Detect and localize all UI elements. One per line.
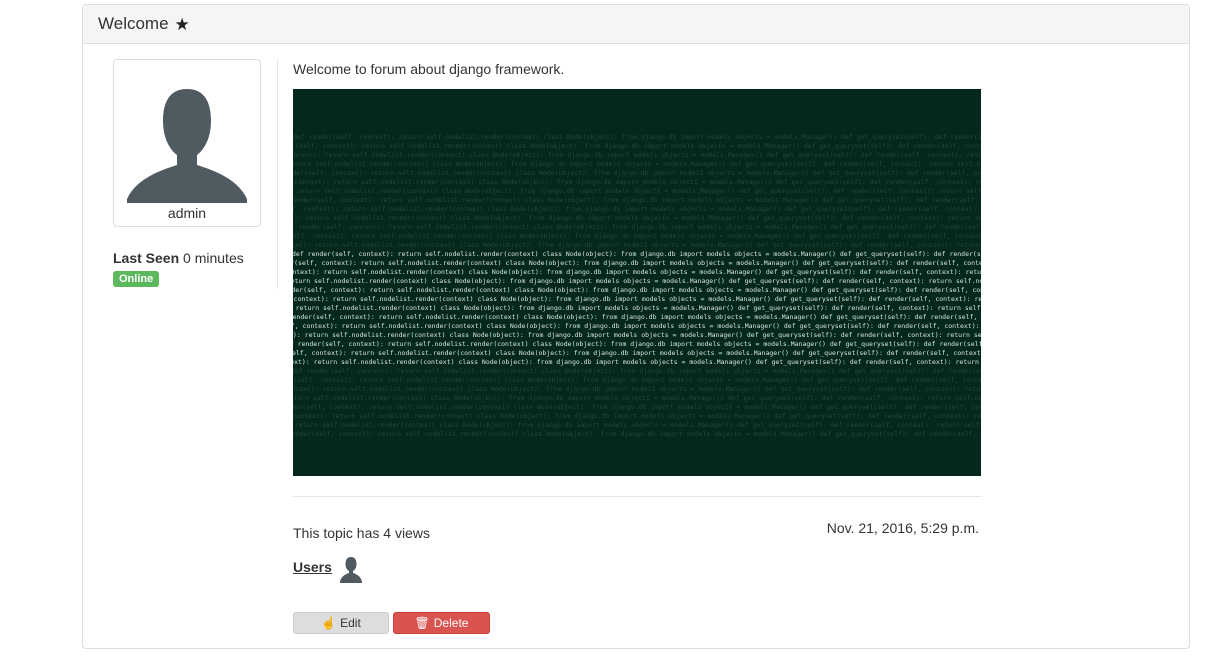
last-seen-label: Last Seen	[113, 250, 180, 266]
svg-text:def render(self, context): ret: def render(self, context): return self.n…	[293, 376, 981, 384]
edit-button-label: Edit	[340, 616, 361, 630]
user-silhouette-icon	[340, 557, 362, 583]
svg-text:def render(self, context): ret: def render(self, context): return self.n…	[293, 142, 981, 150]
svg-text:def render(self, context): ret: def render(self, context): return self.n…	[293, 232, 981, 240]
users-link[interactable]: Users	[293, 559, 332, 575]
svg-text:def render(self, context): ret: def render(self, context): return self.n…	[293, 196, 981, 204]
last-seen: Last Seen 0 minutes	[113, 250, 244, 266]
svg-text:def render(self, context): ret: def render(self, context): return self.n…	[293, 205, 981, 213]
svg-text:def render(self, context): ret: def render(self, context): return self.n…	[293, 313, 981, 321]
svg-text:def render(self, context): ret: def render(self, context): return self.n…	[293, 385, 981, 393]
svg-text:def render(self, context): ret: def render(self, context): return self.n…	[293, 223, 981, 231]
svg-text:def render(self, context): ret: def render(self, context): return self.n…	[293, 304, 981, 312]
username[interactable]: admin	[114, 205, 260, 221]
svg-text:def render(self, context): ret: def render(self, context): return self.n…	[293, 412, 981, 420]
svg-text:def render(self, context): ret: def render(self, context): return self.n…	[293, 151, 981, 159]
svg-text:def render(self, context): ret: def render(self, context): return self.n…	[293, 277, 981, 285]
column-divider	[277, 59, 278, 289]
trash-icon: 🗑	[414, 616, 430, 630]
svg-text:def render(self, context): ret: def render(self, context): return self.n…	[293, 187, 981, 195]
delete-button[interactable]: 🗑 Delete	[393, 612, 490, 634]
user-silhouette-icon	[127, 89, 247, 203]
user-card: admin	[113, 59, 261, 227]
hand-pointer-icon: ☝	[321, 616, 337, 630]
svg-text:def render(self, context): ret: def render(self, context): return self.n…	[293, 349, 981, 357]
svg-text:def render(self, context): ret: def render(self, context): return self.n…	[293, 286, 981, 294]
django-code-image: def render(self, context): return self.n…	[293, 133, 981, 438]
svg-text:def render(self, context): ret: def render(self, context): return self.n…	[293, 331, 981, 339]
svg-text:def render(self, context): ret: def render(self, context): return self.n…	[293, 394, 981, 402]
svg-text:def render(self, context): ret: def render(self, context): return self.n…	[293, 322, 981, 330]
post-body: Welcome to forum about django framework.	[293, 61, 565, 77]
post-timestamp: Nov. 21, 2016, 5:29 p.m.	[826, 520, 979, 536]
avatar	[127, 89, 247, 203]
svg-text:def render(self, context): ret: def render(self, context): return self.n…	[293, 358, 981, 366]
post-image: def render(self, context): return self.n…	[293, 89, 981, 476]
delete-button-label: Delete	[433, 616, 469, 630]
svg-text:def render(self, context): ret: def render(self, context): return self.n…	[293, 133, 981, 141]
svg-text:def render(self, context): ret: def render(self, context): return self.n…	[293, 241, 981, 249]
panel-heading: Welcome ★	[83, 5, 1189, 44]
svg-text:def render(self, context): ret: def render(self, context): return self.n…	[293, 430, 981, 438]
last-seen-value: 0 minutes	[183, 250, 244, 266]
star-icon[interactable]: ★	[175, 16, 190, 33]
status-badge: Online	[113, 271, 160, 287]
svg-text:def render(self, context): ret: def render(self, context): return self.n…	[293, 367, 981, 375]
svg-text:def render(self, context): ret: def render(self, context): return self.n…	[293, 403, 981, 411]
panel-title: Welcome	[98, 14, 169, 33]
svg-text:def render(self, context): ret: def render(self, context): return self.n…	[293, 178, 981, 186]
svg-text:def render(self, context): ret: def render(self, context): return self.n…	[293, 250, 981, 258]
edit-button[interactable]: ☝ Edit	[293, 612, 389, 634]
views-count: This topic has 4 views	[293, 525, 430, 541]
svg-text:def render(self, context): ret: def render(self, context): return self.n…	[293, 340, 981, 348]
svg-text:def render(self, context): ret: def render(self, context): return self.n…	[293, 295, 981, 303]
svg-text:def render(self, context): ret: def render(self, context): return self.n…	[293, 169, 981, 177]
topic-panel: Welcome ★ admin Last Seen 0 minutes Onli…	[82, 4, 1190, 649]
svg-text:def render(self, context): ret: def render(self, context): return self.n…	[293, 160, 981, 168]
svg-text:def render(self, context): ret: def render(self, context): return self.n…	[293, 259, 981, 267]
svg-text:def render(self, context): ret: def render(self, context): return self.n…	[293, 421, 981, 429]
svg-text:def render(self, context): ret: def render(self, context): return self.n…	[293, 268, 981, 276]
svg-text:def render(self, context): ret: def render(self, context): return self.n…	[293, 214, 981, 222]
divider	[293, 496, 981, 497]
